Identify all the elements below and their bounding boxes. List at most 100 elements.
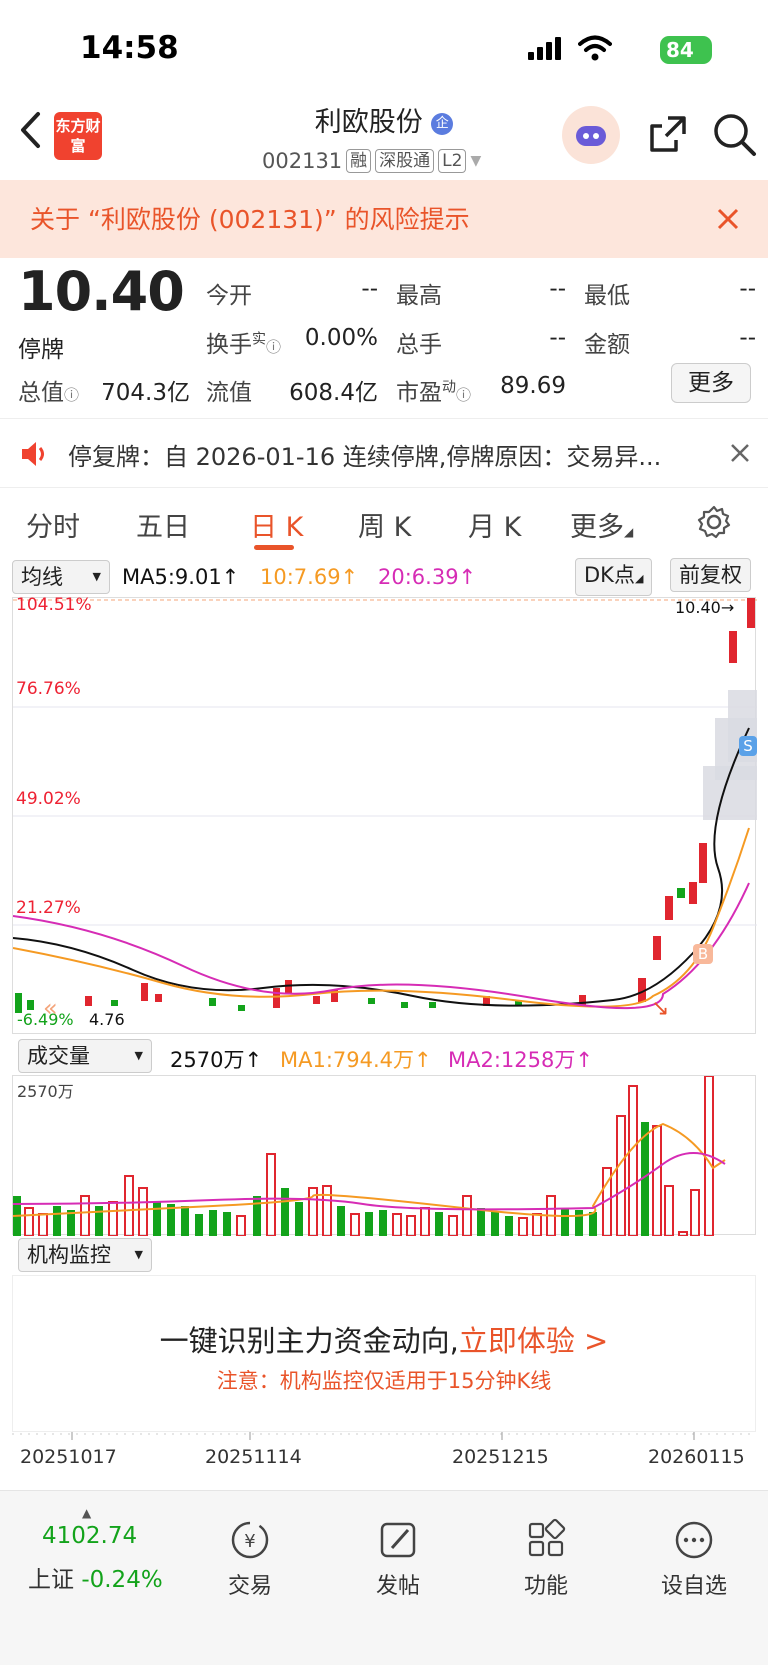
share-icon[interactable]: [646, 112, 690, 156]
candles-low-range: [15, 598, 755, 1013]
try-now-link[interactable]: 立即体验 >: [459, 1324, 609, 1358]
high-price-label: 10.40→: [675, 598, 735, 617]
turnover-value: 0.00%: [304, 325, 378, 351]
tab-daily-k[interactable]: 日 K: [250, 505, 303, 544]
pct-label-3: 49.02%: [16, 789, 81, 809]
grid-icon: [528, 1518, 566, 1557]
info-icon: ⓘ: [64, 386, 80, 404]
chevron-down-icon[interactable]: ▼: [470, 153, 481, 169]
volume-chart[interactable]: 2570万: [12, 1075, 756, 1237]
tab-monthly-k[interactable]: 月 K: [468, 505, 521, 544]
kline-svg: [12, 598, 757, 1013]
more-dots-icon: [675, 1521, 713, 1559]
buy-marker[interactable]: B: [693, 944, 713, 964]
close-icon[interactable]: [730, 443, 750, 463]
company-badge-icon: 企: [431, 112, 454, 135]
ma-select[interactable]: 均线 ▼: [12, 560, 110, 594]
close-icon[interactable]: [716, 207, 740, 231]
tag-level2: L2: [438, 149, 467, 173]
status-bar: 14:58 84: [0, 0, 768, 92]
ma5-value: MA5:9.01↑: [122, 565, 240, 589]
trading-status: 停牌: [18, 337, 64, 363]
gear-icon[interactable]: [696, 504, 732, 540]
info-icon: ⓘ: [266, 338, 282, 356]
amount-value: --: [739, 325, 756, 351]
cellular-icon: [528, 37, 561, 60]
robot-icon: [576, 126, 606, 146]
more-button[interactable]: 更多: [671, 363, 751, 403]
date-tick-1: 20251017: [20, 1446, 117, 1468]
tab-more[interactable]: 更多◢: [570, 505, 633, 544]
arrow-down-right-icon: ↘: [651, 996, 670, 1021]
low-price-label: 4.76: [89, 1010, 125, 1029]
edit-icon: [380, 1522, 416, 1558]
tab-intraday[interactable]: 分时: [26, 505, 80, 544]
status-time: 14:58: [80, 30, 179, 66]
volume-bars: [13, 1075, 714, 1237]
pe-label: 市盈动ⓘ: [396, 379, 472, 406]
ma20-value: 20:6.39↑: [378, 565, 477, 589]
volume-label: 总手: [396, 332, 442, 358]
volume-ma1: MA1:794.4万↑: [280, 1048, 432, 1072]
pe-value: 89.69: [500, 373, 566, 399]
turnover-label: 换手实ⓘ: [206, 331, 282, 358]
float-cap-label: 流值: [206, 380, 252, 406]
pct-label-4: 21.27%: [16, 898, 81, 918]
kline-chart[interactable]: 104.51% 76.76% 49.02% 21.27% -6.49% 4.76…: [12, 595, 757, 1034]
mktcap-value: 704.3亿: [101, 380, 190, 406]
last-price: 10.40: [18, 260, 185, 323]
stock-code-line: 002131 融 深股通 L2 ▼: [262, 146, 481, 176]
mktcap-label: 总值ⓘ: [18, 380, 80, 406]
ma10-value: 10:7.69↑: [260, 565, 359, 589]
tab-weekly-k[interactable]: 周 K: [358, 505, 411, 544]
pct-label-top: 104.51%: [16, 595, 92, 615]
low-value: --: [739, 276, 756, 302]
index-summary[interactable]: 上证 -0.24%: [28, 1560, 163, 1594]
chevron-up-icon[interactable]: ▲: [82, 1506, 91, 1520]
high-label: 最高: [396, 283, 442, 309]
tab-five-day[interactable]: 五日: [136, 505, 190, 544]
institution-select[interactable]: 机构监控 ▼: [18, 1238, 152, 1272]
low-label: 最低: [584, 283, 630, 309]
volume-ma2: MA2:1258万↑: [448, 1048, 593, 1072]
amount-label: 金额: [584, 332, 630, 358]
sell-marker[interactable]: S: [739, 736, 757, 756]
date-axis-ticks: [12, 1432, 756, 1440]
float-cap-value: 608.4亿: [289, 380, 378, 406]
trade-icon: ¥: [231, 1521, 269, 1559]
risk-alert-text[interactable]: 关于 “利欧股份 (002131)” 的风险提示: [30, 200, 470, 236]
high-value: --: [549, 276, 566, 302]
volume-select[interactable]: 成交量 ▼: [18, 1039, 152, 1073]
institution-headline[interactable]: 一键识别主力资金动向,立即体验 >: [0, 1318, 768, 1360]
institution-note: 注意：机构监控仅适用于15分钟K线: [216, 1369, 552, 1393]
index-value[interactable]: 4102.74: [42, 1523, 137, 1549]
adjust-button[interactable]: 前复权: [670, 558, 751, 592]
assistant-avatar[interactable]: [562, 106, 620, 164]
tag-connect: 深股通: [375, 149, 435, 173]
active-tab-indicator: [254, 545, 294, 550]
suspension-notice-text[interactable]: 停复牌：自 2026-01-16 连续停牌,停牌原因：交易异...: [68, 437, 661, 472]
open-value: --: [361, 276, 378, 302]
open-label: 今开: [206, 283, 252, 309]
post-button[interactable]: 发帖: [338, 1518, 458, 1599]
search-icon[interactable]: [712, 112, 758, 158]
speaker-icon: [22, 442, 44, 466]
functions-button[interactable]: 功能: [486, 1518, 606, 1599]
stock-code: 002131: [262, 149, 343, 173]
trade-button[interactable]: ¥ 交易: [190, 1518, 310, 1599]
date-tick-4: 20260115: [648, 1446, 745, 1468]
info-icon: ⓘ: [456, 386, 472, 404]
chevron-left-icon[interactable]: «: [43, 994, 58, 1022]
volume-axis-max: 2570万: [17, 1082, 74, 1101]
svg-text:¥: ¥: [244, 1531, 255, 1552]
customize-watchlist-button[interactable]: 设自选: [634, 1518, 754, 1599]
pct-label-2: 76.76%: [16, 679, 81, 699]
tag-margin: 融: [346, 149, 372, 173]
dk-point-button[interactable]: DK点◢: [575, 558, 653, 596]
volume-value: --: [549, 325, 566, 351]
volume-current: 2570万↑: [170, 1048, 263, 1072]
date-tick-2: 20251114: [205, 1446, 302, 1468]
volume-svg: [12, 1075, 726, 1237]
wifi-icon: [578, 35, 612, 61]
date-tick-3: 20251215: [452, 1446, 549, 1468]
